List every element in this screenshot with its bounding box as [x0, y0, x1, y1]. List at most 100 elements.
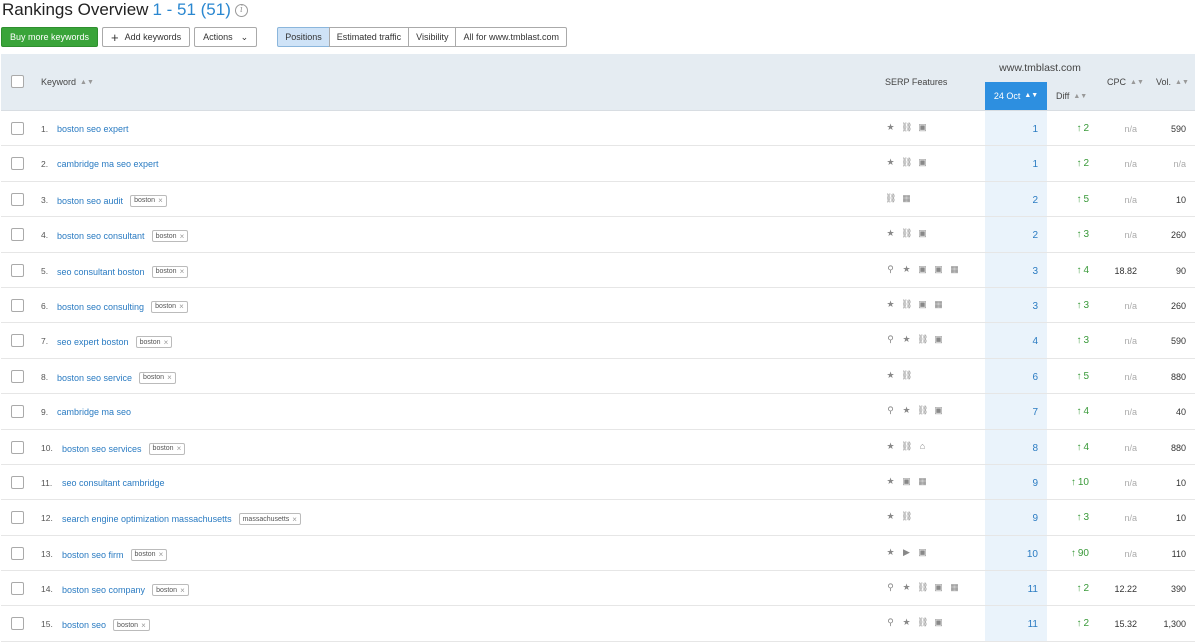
volume-value: 590 [1170, 124, 1186, 134]
add-keywords-button[interactable]: + Add keywords [102, 27, 191, 47]
actions-dropdown[interactable]: Actions ⌄ [194, 27, 258, 47]
position-value[interactable]: 1 [985, 124, 1038, 135]
close-icon[interactable]: × [180, 267, 185, 276]
segment-estimated-traffic[interactable]: Estimated traffic [328, 27, 410, 47]
row-checkbox[interactable] [11, 122, 24, 135]
keyword-link[interactable]: seo consultant cambridge [62, 478, 165, 488]
buy-more-keywords-button[interactable]: Buy more keywords [1, 27, 99, 47]
keyword-tag[interactable]: massachusetts × [238, 513, 301, 526]
row-checkbox[interactable] [11, 582, 24, 596]
row-checkbox[interactable] [11, 369, 24, 383]
keyword-link[interactable]: seo expert boston [57, 337, 129, 347]
close-icon[interactable]: × [141, 621, 146, 630]
keyword-cell: boston seo service boston × [57, 371, 176, 384]
position-value[interactable]: 9 [985, 478, 1038, 489]
row-checkbox[interactable] [11, 334, 24, 348]
position-value[interactable]: 7 [985, 407, 1038, 418]
position-value[interactable]: 10 [985, 549, 1038, 560]
keyword-link[interactable]: search engine optimization massachusetts [62, 514, 232, 524]
row-checkbox[interactable] [11, 228, 24, 242]
keyword-link[interactable]: boston seo services [62, 444, 142, 454]
keyword-link[interactable]: boston seo consulting [57, 302, 144, 312]
star-icon: ★ [886, 122, 895, 132]
keyword-link[interactable]: boston seo company [62, 585, 145, 595]
position-value[interactable]: 2 [985, 195, 1038, 206]
keyword-tag[interactable]: boston × [139, 371, 176, 384]
segment-positions[interactable]: Positions [277, 27, 330, 47]
close-icon[interactable]: × [158, 196, 163, 205]
row-checkbox[interactable] [11, 157, 24, 171]
column-cpc[interactable]: CPC ▲▼ [1107, 77, 1144, 87]
close-icon[interactable]: × [159, 550, 164, 559]
keyword-link[interactable]: boston seo firm [62, 550, 124, 560]
close-icon[interactable]: × [177, 444, 182, 453]
keyword-tag[interactable]: boston × [151, 300, 188, 313]
up-arrow-icon: ↑ [1076, 335, 1082, 347]
keyword-tag[interactable]: boston × [151, 230, 189, 243]
column-keyword[interactable]: Keyword ▲▼ [41, 77, 94, 87]
position-value[interactable]: 4 [985, 336, 1038, 347]
keyword-link[interactable]: boston seo [62, 620, 106, 630]
keyword-tag[interactable]: boston × [148, 442, 186, 455]
close-icon[interactable]: × [180, 586, 185, 595]
position-value[interactable]: 11 [985, 584, 1038, 595]
row-number: 13. [41, 548, 53, 559]
position-value[interactable]: 8 [985, 443, 1038, 454]
close-icon[interactable]: × [167, 373, 172, 382]
volume-value: 260 [1170, 300, 1186, 311]
row-checkbox[interactable] [11, 405, 24, 419]
shop-icon: ▦ [950, 582, 959, 593]
column-diff[interactable]: Diff ▲▼ [1056, 91, 1087, 101]
row-checkbox[interactable] [11, 192, 24, 206]
plus-icon: + [111, 29, 119, 45]
star-icon: ★ [886, 511, 895, 522]
row-checkbox[interactable] [11, 511, 24, 525]
row-checkbox[interactable] [11, 298, 24, 312]
row-checkbox[interactable] [11, 546, 24, 560]
segment-all-for-www-tmblast-com[interactable]: All for www.tmblast.com [455, 27, 567, 47]
close-icon[interactable]: × [180, 232, 185, 241]
position-value[interactable]: 3 [985, 301, 1038, 312]
close-icon[interactable]: × [292, 515, 297, 524]
segment-visibility[interactable]: Visibility [408, 27, 457, 47]
sort-icon: ▲▼ [1073, 92, 1088, 100]
keyword-link[interactable]: boston seo consultant [57, 231, 145, 241]
position-value[interactable]: 1 [985, 159, 1038, 170]
keyword-link[interactable]: cambridge ma seo [57, 407, 131, 417]
position-value[interactable]: 11 [985, 619, 1038, 630]
volume-value: 390 [1170, 584, 1186, 595]
select-all-checkbox[interactable] [11, 75, 24, 88]
star-icon: ★ [902, 334, 911, 345]
image-icon: ▣ [934, 334, 943, 345]
position-value[interactable]: 6 [985, 372, 1038, 383]
keyword-tag[interactable]: boston × [130, 194, 167, 207]
row-checkbox[interactable] [11, 263, 24, 277]
keyword-link[interactable]: seo consultant boston [57, 267, 145, 277]
close-icon[interactable]: × [164, 338, 169, 347]
keyword-link[interactable]: boston seo audit [57, 196, 123, 206]
keyword-tag[interactable]: boston × [151, 265, 189, 278]
row-checkbox[interactable] [11, 617, 24, 631]
up-arrow-icon: ↑ [1076, 299, 1082, 311]
info-icon[interactable]: i [234, 4, 248, 18]
serp-features: ⛓ ▦ [885, 193, 912, 204]
position-value[interactable]: 3 [985, 266, 1038, 277]
row-checkbox[interactable] [11, 440, 24, 454]
row-number: 4. [41, 230, 49, 241]
position-value[interactable]: 9 [985, 513, 1038, 524]
keyword-link[interactable]: cambridge ma seo expert [57, 159, 159, 169]
close-icon[interactable]: × [179, 302, 184, 311]
table-row: 15. boston seo boston × ⚲ ★ ⛓ ▣ 11 ↑ 2 15.32 1,300 [1, 606, 1195, 642]
column-vol[interactable]: Vol. ▲▼ [1156, 77, 1189, 87]
column-date[interactable]: 24 Oct ▲▼ [985, 82, 1047, 110]
star-icon: ★ [902, 617, 911, 628]
keyword-tag[interactable]: boston × [113, 619, 150, 632]
keyword-link[interactable]: boston seo service [57, 373, 132, 383]
keyword-link[interactable]: boston seo expert [57, 124, 129, 134]
keyword-tag[interactable]: boston × [130, 548, 168, 561]
row-checkbox[interactable] [11, 475, 24, 489]
keyword-tag[interactable]: boston × [152, 584, 189, 597]
actions-label: Actions [203, 32, 233, 42]
position-value[interactable]: 2 [985, 230, 1038, 241]
keyword-tag[interactable]: boston × [135, 336, 173, 349]
